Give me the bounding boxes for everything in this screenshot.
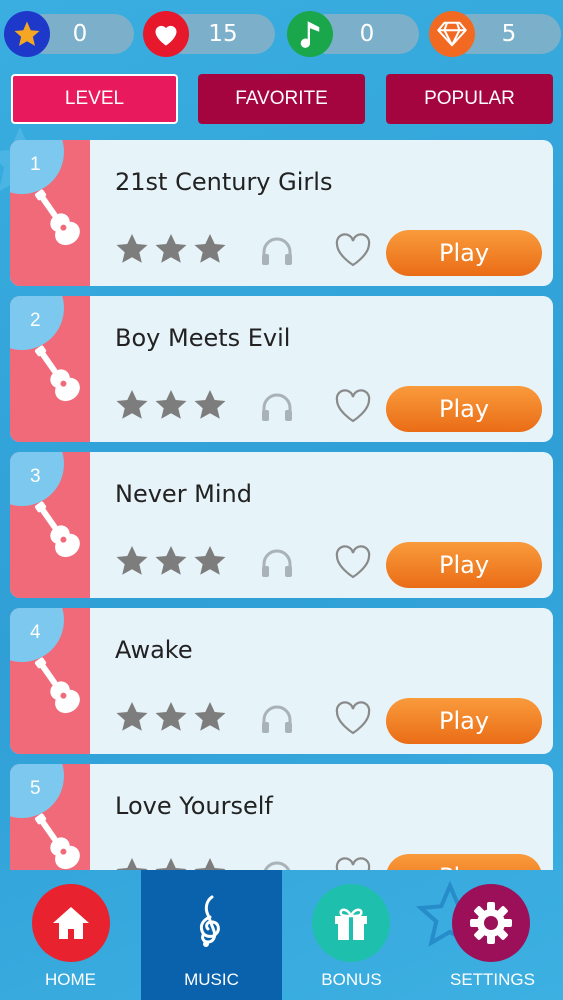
guitar-icon — [34, 345, 80, 402]
song-card: 3 Never Mind Play — [10, 452, 553, 598]
song-title: Awake — [115, 636, 193, 664]
song-title: Boy Meets Evil — [115, 324, 291, 352]
rating-stars — [116, 546, 226, 575]
headphones-icon[interactable] — [260, 860, 294, 870]
stat-stars-value: 0 — [72, 21, 88, 47]
song-card: 2 Boy Meets Evil Play — [10, 296, 553, 442]
favorite-heart-icon[interactable] — [333, 232, 373, 268]
stat-diamonds-value: 5 — [501, 21, 517, 47]
tab-popular[interactable]: POPULAR — [386, 74, 553, 124]
gift-icon[interactable] — [312, 884, 390, 962]
level-number: 5 — [30, 778, 41, 799]
guitar-icon — [34, 189, 80, 246]
level-number: 4 — [30, 622, 41, 643]
favorite-heart-icon[interactable] — [333, 544, 373, 580]
nav-item-music[interactable]: MUSIC — [141, 870, 282, 1000]
song-list[interactable]: 1 21st Century Girls Play 2 Boy Meets Ev… — [0, 140, 563, 870]
play-button[interactable]: Play — [386, 854, 542, 870]
level-number: 2 — [30, 310, 41, 331]
stat-stars: 0 — [4, 11, 134, 57]
headphones-icon[interactable] — [260, 236, 294, 266]
play-button[interactable]: Play — [386, 230, 542, 276]
headphones-icon[interactable] — [260, 548, 294, 578]
song-title: Never Mind — [115, 480, 253, 508]
diamond-icon — [429, 11, 475, 57]
play-button[interactable]: Play — [386, 698, 542, 744]
star-icon — [4, 11, 50, 57]
stat-hearts-value: 15 — [208, 21, 238, 47]
stat-hearts: 15 — [143, 11, 275, 57]
favorite-heart-icon[interactable] — [333, 388, 373, 424]
tab-level[interactable]: LEVEL — [11, 74, 178, 124]
play-button[interactable]: Play — [386, 542, 542, 588]
rating-stars — [116, 390, 226, 419]
heart-icon — [143, 11, 189, 57]
home-icon[interactable] — [32, 884, 110, 962]
stat-diamonds: 5 — [429, 11, 561, 57]
stat-notes-value: 0 — [359, 21, 375, 47]
rating-stars — [116, 858, 226, 870]
headphones-icon[interactable] — [260, 392, 294, 422]
rating-stars — [116, 702, 226, 731]
nav-label-music: MUSIC — [184, 970, 239, 989]
level-number: 1 — [30, 154, 41, 175]
nav-item-bonus[interactable]: BONUS — [281, 870, 422, 1000]
nav-label-home: HOME — [45, 970, 96, 989]
headphones-icon[interactable] — [260, 704, 294, 734]
music-note-icon — [287, 11, 333, 57]
nav-label-bonus: BONUS — [321, 970, 382, 989]
nav-item-settings[interactable]: SETTINGS — [422, 870, 563, 1000]
favorite-heart-icon[interactable] — [333, 700, 373, 736]
rating-stars — [116, 234, 226, 263]
song-card: 1 21st Century Girls Play — [10, 140, 553, 286]
stats-bar: 0 15 0 5 — [0, 10, 563, 58]
gear-icon[interactable] — [452, 884, 530, 962]
song-title: Love Yourself — [115, 792, 273, 820]
stat-notes: 0 — [287, 11, 419, 57]
bottom-nav: HOME MUSIC BONUS SETTINGS — [0, 870, 563, 1000]
play-button[interactable]: Play — [386, 386, 542, 432]
favorite-heart-icon[interactable] — [333, 856, 373, 870]
level-number: 3 — [30, 466, 41, 487]
song-card: 5 Love Yourself Play — [10, 764, 553, 870]
song-card: 4 Awake Play — [10, 608, 553, 754]
guitar-icon — [34, 813, 80, 870]
nav-item-home[interactable]: HOME — [0, 870, 141, 1000]
nav-label-settings: SETTINGS — [449, 970, 535, 989]
guitar-icon — [34, 501, 80, 558]
tab-favorite[interactable]: FAVORITE — [198, 74, 365, 124]
treble-clef-icon[interactable] — [172, 884, 250, 962]
guitar-icon — [34, 657, 80, 714]
song-title: 21st Century Girls — [115, 168, 333, 196]
